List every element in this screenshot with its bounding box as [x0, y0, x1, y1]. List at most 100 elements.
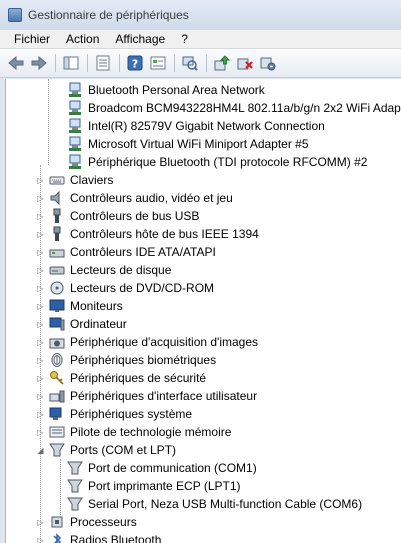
svg-text:?: ?: [131, 58, 137, 71]
expand-arrow-icon[interactable]: ▷: [36, 284, 45, 293]
menu-action[interactable]: Action: [58, 32, 107, 46]
monitor-icon: [49, 298, 65, 314]
tree-category-security[interactable]: ▷ Périphériques de sécurité: [6, 369, 401, 387]
tree-item-intel-gigabit[interactable]: Intel(R) 82579V Gigabit Network Connecti…: [6, 117, 401, 135]
properties-button[interactable]: [92, 53, 113, 73]
key-icon: [49, 370, 65, 386]
expand-arrow-icon[interactable]: ▷: [36, 410, 45, 419]
keyboard-icon: [49, 172, 65, 188]
memory-icon: [49, 424, 65, 440]
processor-icon: [49, 514, 65, 530]
tree-category-claviers[interactable]: ▷ Claviers: [6, 171, 401, 189]
ide-controller-icon: [49, 244, 65, 260]
collapse-arrow-icon[interactable]: ◢: [36, 446, 45, 455]
expand-arrow-icon[interactable]: ▷: [36, 320, 45, 329]
speaker-icon: [49, 190, 65, 206]
tree-category-audio[interactable]: ▷ Contrôleurs audio, vidéo et jeu: [6, 189, 401, 207]
tree-category-bluetooth-radios[interactable]: ▷ Radios Bluetooth: [6, 531, 401, 543]
help-icon: ?: [127, 55, 142, 71]
tree-category-memory[interactable]: ▷ Pilote de technologie mémoire: [6, 423, 401, 441]
toolbar-separator: [55, 54, 56, 72]
menu-help[interactable]: ?: [173, 32, 196, 46]
update-driver-icon: [214, 55, 230, 71]
expand-arrow-icon[interactable]: ▷: [36, 338, 45, 347]
expand-arrow-icon[interactable]: ▷: [36, 356, 45, 365]
view-button[interactable]: [147, 53, 168, 73]
help-button[interactable]: ?: [124, 53, 145, 73]
tree-category-ieee1394[interactable]: ▷ Contrôleurs hôte de bus IEEE 1394: [6, 225, 401, 243]
tree-category-system[interactable]: ▷ Périphériques système: [6, 405, 401, 423]
expand-arrow-icon[interactable]: ▷: [36, 266, 45, 275]
scan-hardware-button[interactable]: [179, 53, 200, 73]
tree-item-com1[interactable]: Port de communication (COM1): [6, 459, 401, 477]
menu-fichier[interactable]: Fichier: [6, 32, 58, 46]
tree-category-dvd[interactable]: ▷ Lecteurs de DVD/CD-ROM: [6, 279, 401, 297]
disk-drive-icon: [49, 262, 65, 278]
computer-icon: [49, 316, 65, 332]
uninstall-icon: [237, 58, 253, 70]
back-button[interactable]: [5, 53, 26, 73]
bluetooth-icon: [49, 532, 65, 543]
show-hide-tree-icon: [63, 56, 78, 70]
fingerprint-icon: [49, 352, 65, 368]
disable-icon: [260, 57, 275, 71]
tree-item-com6[interactable]: Serial Port, Neza USB Multi-function Cab…: [6, 495, 401, 513]
toolbar-separator: [174, 54, 175, 72]
forward-icon: [31, 56, 47, 70]
tree-category-disk[interactable]: ▷ Lecteurs de disque: [6, 261, 401, 279]
expand-arrow-icon[interactable]: ▷: [36, 428, 45, 437]
tree-item-lpt1[interactable]: Port imprimante ECP (LPT1): [6, 477, 401, 495]
back-icon: [7, 56, 23, 70]
menu-affichage[interactable]: Affichage: [107, 32, 173, 46]
device-tree[interactable]: Bluetooth Personal Area Network Broadcom…: [5, 79, 401, 543]
hid-icon: [49, 388, 65, 404]
expand-arrow-icon[interactable]: ▷: [36, 230, 45, 239]
toolbar-separator: [119, 54, 120, 72]
tree-category-biometric[interactable]: ▷ Périphériques biométriques: [6, 351, 401, 369]
tree-category-ordinateur[interactable]: ▷ Ordinateur: [6, 315, 401, 333]
tree-item-bluetooth-rfcomm[interactable]: Périphérique Bluetooth (TDI protocole RF…: [6, 153, 401, 171]
port-icon: [67, 496, 83, 512]
tree-category-ide[interactable]: ▷ Contrôleurs IDE ATA/ATAPI: [6, 243, 401, 261]
tree-category-ports[interactable]: ◢ Ports (COM et LPT): [6, 441, 401, 459]
disable-button[interactable]: [257, 53, 278, 73]
tree-category-moniteurs[interactable]: ▷ Moniteurs: [6, 297, 401, 315]
tree-item-bluetooth-pan[interactable]: Bluetooth Personal Area Network: [6, 81, 401, 99]
network-adapter-icon: [67, 154, 83, 170]
expand-arrow-icon[interactable]: ▷: [36, 302, 45, 311]
forward-button[interactable]: [28, 53, 49, 73]
scan-hardware-icon: [182, 56, 198, 71]
properties-icon: [96, 55, 109, 71]
tree-category-usb[interactable]: ▷ Contrôleurs de bus USB: [6, 207, 401, 225]
expand-arrow-icon[interactable]: ▷: [36, 176, 45, 185]
title-bar: Gestionnaire de périphériques: [0, 0, 401, 30]
firewire-icon: [49, 226, 65, 242]
toolbar-separator: [206, 54, 207, 72]
camera-icon: [49, 334, 65, 350]
port-icon: [67, 478, 83, 494]
show-hide-tree-button[interactable]: [60, 53, 81, 73]
tree-item-virtual-wifi[interactable]: Microsoft Virtual WiFi Miniport Adapter …: [6, 135, 401, 153]
update-driver-button[interactable]: [211, 53, 232, 73]
expand-arrow-icon[interactable]: ▷: [36, 518, 45, 527]
tree-category-hid[interactable]: ▷ Périphériques d'interface utilisateur: [6, 387, 401, 405]
expand-arrow-icon[interactable]: ▷: [36, 248, 45, 257]
window-title: Gestionnaire de périphériques: [28, 8, 189, 22]
system-device-icon: [49, 406, 65, 422]
tree-category-processors[interactable]: ▷ Processeurs: [6, 513, 401, 531]
expand-arrow-icon[interactable]: ▷: [36, 212, 45, 221]
toolbar: ?: [0, 49, 401, 78]
toolbar-separator: [87, 54, 88, 72]
tree-item-broadcom-wifi[interactable]: Broadcom BCM943228HM4L 802.11a/b/g/n 2x2…: [6, 99, 401, 117]
dvd-drive-icon: [49, 280, 65, 296]
expand-arrow-icon[interactable]: ▷: [36, 374, 45, 383]
view-icon: [150, 56, 165, 70]
network-adapter-icon: [67, 136, 83, 152]
expand-arrow-icon[interactable]: ▷: [36, 194, 45, 203]
expand-arrow-icon[interactable]: ▷: [36, 392, 45, 401]
tree-category-imaging[interactable]: ▷ Périphérique d'acquisition d'images: [6, 333, 401, 351]
uninstall-button[interactable]: [234, 53, 255, 73]
expand-arrow-icon[interactable]: ▷: [36, 536, 45, 543]
usb-icon: [49, 208, 65, 224]
device-manager-icon: [8, 8, 22, 22]
